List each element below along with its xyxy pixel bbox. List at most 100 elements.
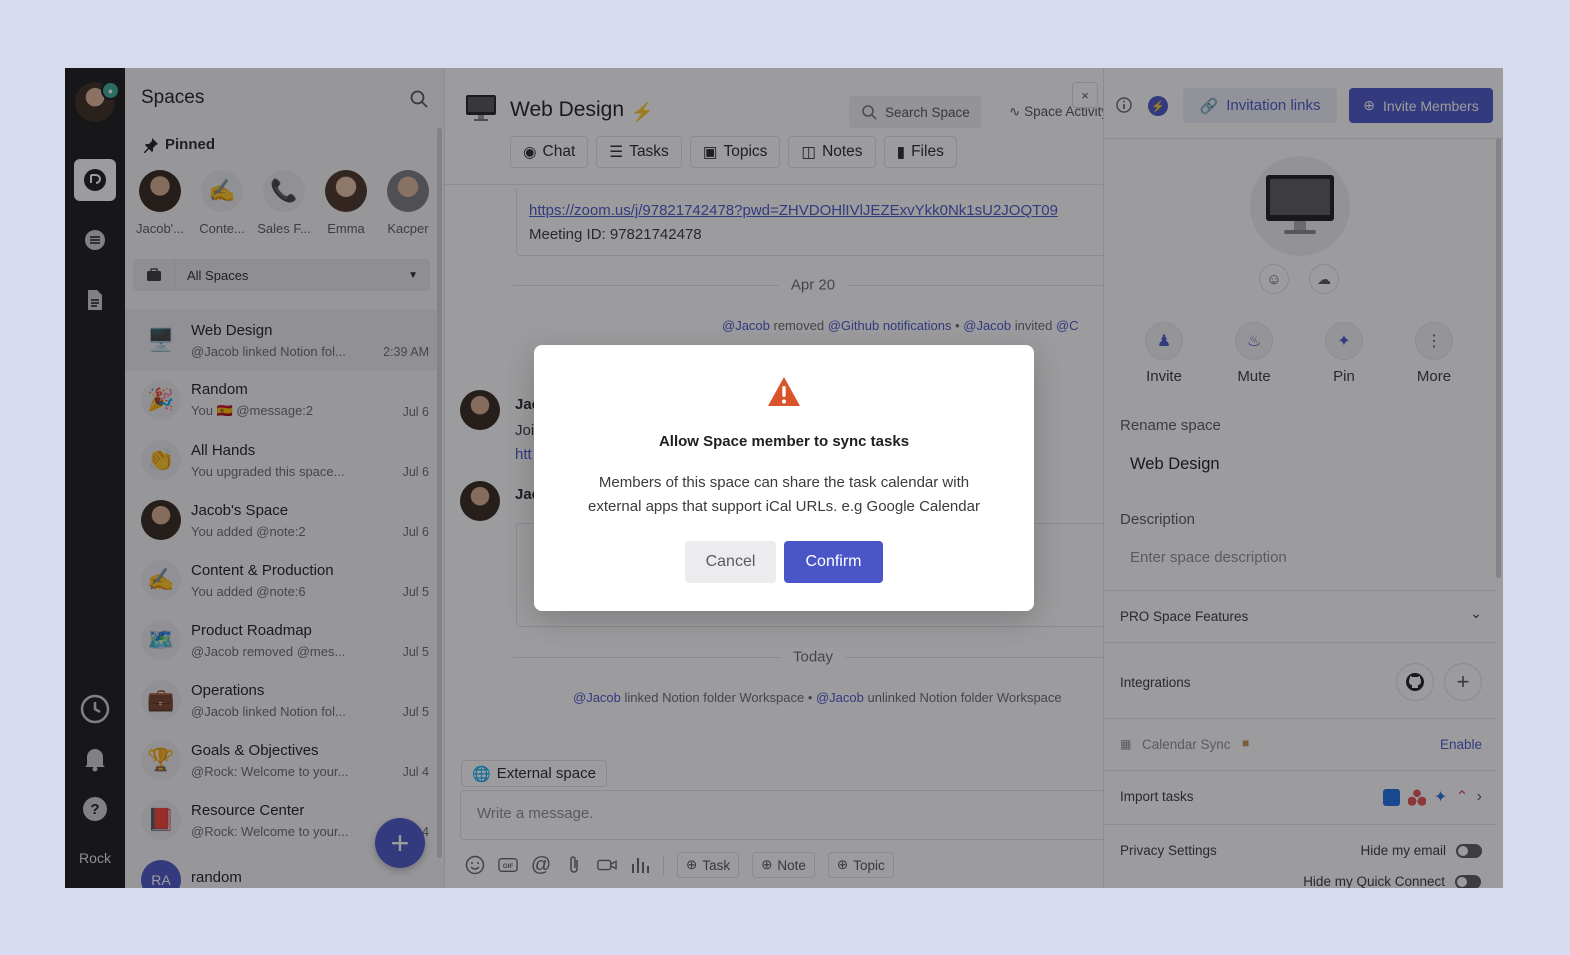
pinned-avatar bbox=[139, 170, 181, 212]
rail-tasks-button[interactable] bbox=[74, 219, 116, 261]
space-date: Jul 5 bbox=[402, 585, 429, 599]
spaces-filter-dropdown[interactable]: All Spaces ▼ bbox=[133, 259, 430, 291]
new-space-button[interactable]: + bbox=[375, 818, 425, 868]
spaces-search-button[interactable] bbox=[409, 89, 429, 114]
pro-features-row[interactable]: PRO Space Features ⌄ bbox=[1104, 590, 1496, 642]
app-name: Rock bbox=[79, 850, 111, 866]
space-tabs: ◉ Chat ☰ Tasks ▣ Topics ◫ Notes ▮ Files bbox=[510, 136, 957, 168]
invite-members-button[interactable]: ⊕ Invite Members bbox=[1349, 88, 1493, 123]
tab-chat[interactable]: ◉ Chat bbox=[510, 136, 589, 168]
plus-circle-icon: ⊕ bbox=[1363, 97, 1376, 113]
message-link[interactable]: htt bbox=[515, 446, 532, 463]
plus-circle-icon: ⊕ bbox=[761, 857, 773, 872]
pinned-label: Pinned bbox=[165, 136, 216, 153]
info-icon[interactable] bbox=[1116, 97, 1132, 118]
search-icon bbox=[862, 105, 877, 120]
search-space-input[interactable]: Search Space bbox=[849, 96, 981, 128]
pill-label: Task bbox=[702, 857, 731, 873]
gif-icon[interactable]: GIF bbox=[498, 855, 518, 875]
rail-spaces-button[interactable] bbox=[74, 159, 116, 201]
space-item[interactable]: 👏 All Hands You upgraded this space... Jul … bbox=[125, 430, 437, 490]
bolt-icon[interactable]: ⚡ bbox=[1148, 96, 1168, 116]
space-item[interactable]: 🏆 Goals & Objectives @Rock: Welcome to you… bbox=[125, 730, 437, 790]
pinned-name: Emma bbox=[327, 221, 365, 236]
add-integration-button[interactable]: + bbox=[1444, 663, 1482, 701]
tab-tasks[interactable]: ☰ Tasks bbox=[596, 136, 682, 168]
tab-notes[interactable]: ◫ Notes bbox=[788, 136, 876, 168]
pinned-item[interactable]: 📞 Sales F... bbox=[253, 170, 315, 236]
system-message: @Jacob removed @Github notifications • @… bbox=[722, 318, 1079, 333]
pinned-item[interactable]: Emma bbox=[315, 170, 377, 236]
tab-label: Topics bbox=[723, 143, 768, 160]
invite-action[interactable]: ♟ Invite bbox=[1134, 322, 1194, 385]
poll-icon[interactable] bbox=[630, 855, 650, 875]
upload-image-button[interactable]: ☁ bbox=[1309, 264, 1339, 294]
change-emoji-button[interactable]: ☺ bbox=[1259, 264, 1289, 294]
invitation-links-button[interactable]: 🔗 Invitation links bbox=[1183, 88, 1337, 123]
day-divider: Today bbox=[513, 648, 1113, 666]
import-tasks-row[interactable]: Import tasks ✦ ⌃ › bbox=[1104, 770, 1496, 822]
rail-help-button[interactable]: ? bbox=[74, 788, 116, 830]
space-preview: You upgraded this space... bbox=[191, 463, 345, 479]
more-action[interactable]: ⋮ More bbox=[1404, 322, 1464, 385]
rail-notifications-button[interactable] bbox=[74, 738, 116, 780]
space-date: Jul 6 bbox=[402, 405, 429, 419]
confirm-button[interactable]: Confirm bbox=[784, 541, 883, 583]
message-avatar[interactable] bbox=[460, 481, 500, 521]
github-icon[interactable] bbox=[1396, 663, 1434, 701]
video-icon[interactable] bbox=[597, 855, 617, 875]
pinned-item[interactable]: ✍️ Conte... bbox=[191, 170, 253, 236]
message-avatar[interactable] bbox=[460, 390, 500, 430]
hide-quick-connect-row: Hide my Quick Connect bbox=[1303, 874, 1481, 888]
panel-scrollbar[interactable] bbox=[1496, 138, 1501, 578]
close-button[interactable]: × bbox=[1072, 82, 1098, 108]
hide-email-toggle[interactable] bbox=[1456, 843, 1482, 858]
clickup-icon: ⌃ bbox=[1455, 789, 1469, 806]
bolt-icon: ⚡ bbox=[631, 102, 654, 122]
team-badge-icon: ● bbox=[101, 81, 120, 100]
pin-action[interactable]: ✦ Pin bbox=[1314, 322, 1374, 385]
pinned-list: Jacob'... ✍️ Conte... 📞 Sales F... Emma Ka… bbox=[129, 170, 439, 236]
add-note-button[interactable]: ⊕ Note bbox=[752, 852, 815, 878]
space-name-input[interactable]: Web Design bbox=[1130, 455, 1220, 474]
rail-history-button[interactable] bbox=[74, 688, 116, 730]
space-item[interactable]: 🗺️ Product Roadmap @Jacob removed @mes... J… bbox=[125, 610, 437, 670]
add-task-button[interactable]: ⊕ Task bbox=[677, 852, 740, 878]
pinned-item[interactable]: Kacper bbox=[377, 170, 439, 236]
rename-label: Rename space bbox=[1120, 417, 1221, 434]
warning-icon bbox=[766, 375, 802, 414]
hide-qc-toggle[interactable] bbox=[1455, 874, 1481, 888]
space-item[interactable]: ✍️ Content & Production You added @note:6 J… bbox=[125, 550, 437, 610]
space-icon: 🗺️ bbox=[141, 620, 181, 660]
spaces-scrollbar[interactable] bbox=[437, 128, 442, 858]
tab-topics[interactable]: ▣ Topics bbox=[689, 136, 781, 168]
cancel-button[interactable]: Cancel bbox=[685, 541, 776, 583]
tab-files[interactable]: ▮ Files bbox=[883, 136, 957, 168]
rail-notes-button[interactable] bbox=[74, 279, 116, 321]
pill-label: Topic bbox=[853, 857, 885, 873]
enable-link[interactable]: Enable bbox=[1440, 737, 1482, 752]
mention-icon[interactable]: @ bbox=[531, 854, 551, 876]
monitor-icon bbox=[465, 94, 497, 129]
space-avatar[interactable] bbox=[1250, 156, 1350, 256]
space-item[interactable]: 🖥️ Web Design @Jacob linked Notion fol... 2… bbox=[125, 310, 437, 370]
emoji-icon[interactable] bbox=[465, 855, 485, 875]
caret-down-icon: ▼ bbox=[408, 269, 418, 281]
space-name: Product Roadmap bbox=[191, 621, 312, 639]
space-name: Goals & Objectives bbox=[191, 741, 319, 759]
space-date: Jul 5 bbox=[402, 705, 429, 719]
zoom-link[interactable]: https://zoom.us/j/97821742478?pwd=ZHVDOH… bbox=[529, 202, 1058, 219]
folder-icon: ▮ bbox=[896, 143, 906, 161]
space-preview: @Rock: Welcome to your... bbox=[191, 763, 349, 779]
space-item[interactable]: 🎉 Random You 🇪🇸 @message:2 Jul 6 bbox=[125, 370, 437, 430]
add-topic-button[interactable]: ⊕ Topic bbox=[827, 852, 894, 878]
pinned-item[interactable]: Jacob'... bbox=[129, 170, 191, 236]
message-input[interactable]: Write a message. bbox=[460, 790, 1120, 840]
mute-action[interactable]: ♨ Mute bbox=[1224, 322, 1284, 385]
space-icon: RA bbox=[141, 860, 181, 888]
space-item[interactable]: Jacob's Space You added @note:2 Jul 6 bbox=[125, 490, 437, 550]
space-item[interactable]: 💼 Operations @Jacob linked Notion fol... Ju… bbox=[125, 670, 437, 730]
space-name: Content & Production bbox=[191, 561, 334, 579]
attachment-icon[interactable] bbox=[564, 855, 584, 875]
description-input[interactable]: Enter space description bbox=[1130, 549, 1287, 566]
